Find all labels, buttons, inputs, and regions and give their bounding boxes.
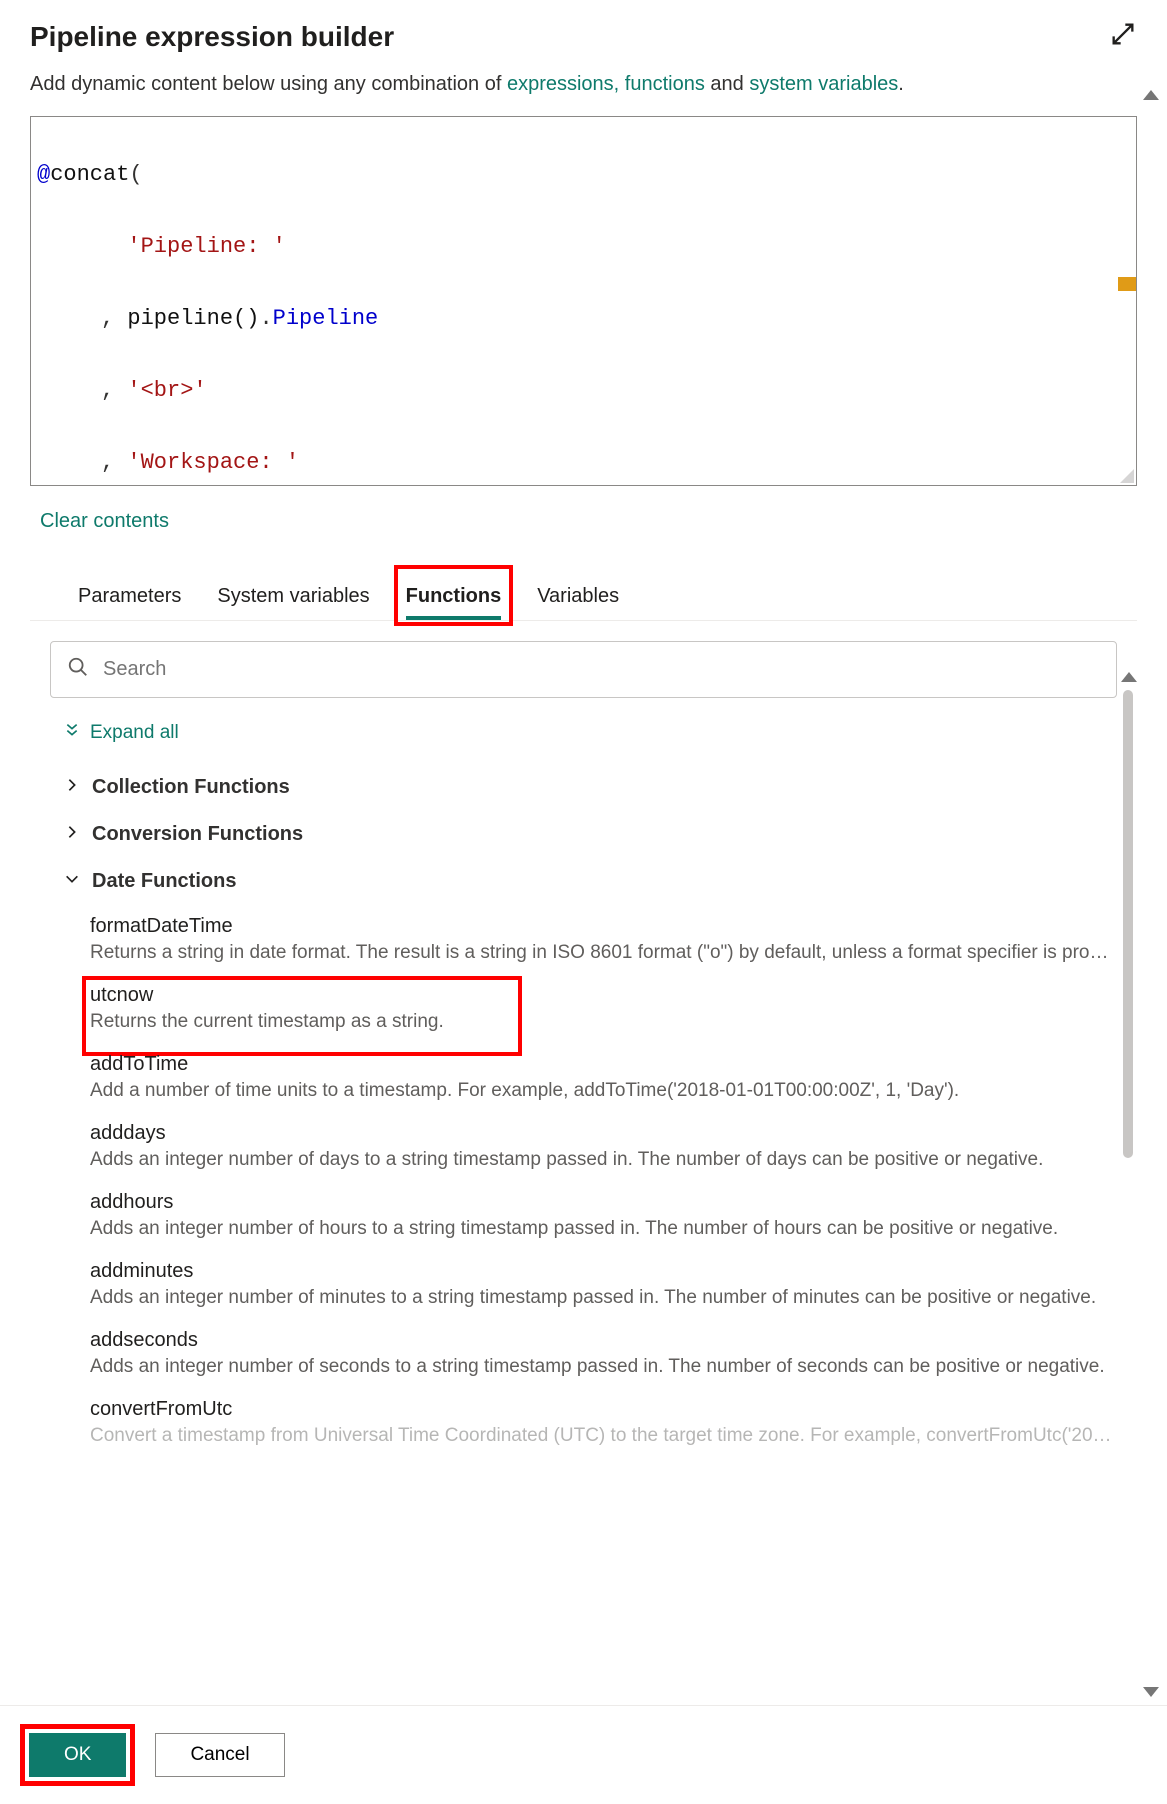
fn-addToTime[interactable]: addToTime Add a number of time units to … — [50, 1043, 1117, 1112]
fn-name: convertFromUtc — [90, 1398, 1117, 1421]
subtitle-prefix: Add dynamic content below using any comb… — [30, 73, 507, 95]
subtitle-text: Add dynamic content below using any comb… — [30, 73, 1137, 96]
fn-name: utcnow — [90, 984, 1117, 1007]
search-icon — [67, 656, 89, 683]
fn-desc: Adds an integer number of hours to a str… — [90, 1218, 1117, 1240]
page-title: Pipeline expression builder — [30, 21, 394, 53]
fn-utcnow[interactable]: utcnow Returns the current timestamp as … — [50, 974, 1117, 1043]
search-input[interactable] — [101, 657, 1100, 682]
category-conversion[interactable]: Conversion Functions — [50, 811, 1117, 858]
fn-desc: Returns the current timestamp as a strin… — [90, 1011, 1117, 1033]
editor-str-workspace: 'Workspace: ' — [127, 450, 299, 475]
clear-contents-link[interactable]: Clear contents — [40, 510, 169, 533]
editor-prop-pipeline: Pipeline — [273, 306, 379, 331]
editor-comma: , — [101, 306, 127, 331]
fn-addseconds[interactable]: addseconds Adds an integer number of sec… — [50, 1319, 1117, 1388]
chevron-right-icon — [64, 823, 80, 846]
fn-formatDateTime[interactable]: formatDateTime Returns a string in date … — [50, 905, 1117, 974]
expand-all-link[interactable]: Expand all — [50, 722, 1117, 744]
fn-name: addToTime — [90, 1053, 1117, 1076]
fn-convertFromUtc[interactable]: convertFromUtc Convert a timestamp from … — [50, 1388, 1117, 1457]
tab-parameters[interactable]: Parameters — [78, 573, 181, 620]
functions-link[interactable]: functions — [625, 73, 705, 95]
fn-addminutes[interactable]: addminutes Adds an integer number of min… — [50, 1250, 1117, 1319]
editor-str-pipeline: 'Pipeline: ' — [127, 234, 285, 259]
tab-system-variables[interactable]: System variables — [217, 573, 369, 620]
fn-adddays[interactable]: adddays Adds an integer number of days t… — [50, 1112, 1117, 1181]
expand-all-icon — [64, 722, 80, 744]
cancel-button[interactable]: Cancel — [155, 1733, 284, 1777]
editor-paren-open: ( — [129, 162, 142, 187]
fn-desc: Adds an integer number of minutes to a s… — [90, 1287, 1117, 1309]
subtitle-suffix: . — [898, 73, 904, 95]
editor-fn-concat: concat — [50, 162, 129, 187]
category-collection[interactable]: Collection Functions — [50, 764, 1117, 811]
expression-editor[interactable]: @concat( 'Pipeline: ' , pipeline().Pipel… — [30, 116, 1137, 486]
footer-bar: OK Cancel — [0, 1705, 1167, 1804]
editor-marker-icon — [1118, 277, 1136, 291]
fn-name: addhours — [90, 1191, 1117, 1214]
system-variables-link[interactable]: system variables — [749, 73, 898, 95]
editor-str-br1: '<br>' — [127, 378, 206, 403]
chevron-down-icon — [64, 870, 80, 893]
tab-variables[interactable]: Variables — [537, 573, 619, 620]
category-collection-label: Collection Functions — [92, 776, 290, 799]
fn-name: adddays — [90, 1122, 1117, 1145]
fn-desc: Adds an integer number of seconds to a s… — [90, 1356, 1117, 1378]
fn-addhours[interactable]: addhours Adds an integer number of hours… — [50, 1181, 1117, 1250]
ok-button[interactable]: OK — [29, 1733, 126, 1777]
tab-functions-label: Functions — [406, 585, 502, 607]
chevron-right-icon — [64, 776, 80, 799]
outer-scroll-up-icon[interactable] — [1143, 90, 1159, 100]
expand-all-label: Expand all — [90, 722, 179, 744]
fn-desc: Convert a timestamp from Universal Time … — [90, 1425, 1117, 1447]
category-conversion-label: Conversion Functions — [92, 823, 303, 846]
outer-scroll-down-icon[interactable] — [1143, 1687, 1159, 1697]
editor-at: @ — [37, 162, 50, 187]
category-date-label: Date Functions — [92, 870, 236, 893]
fn-desc: Returns a string in date format. The res… — [90, 942, 1117, 964]
tab-functions[interactable]: Functions — [406, 573, 502, 620]
fn-name: addseconds — [90, 1329, 1117, 1352]
subtitle-mid: and — [710, 73, 749, 95]
expressions-link[interactable]: expressions, — [507, 73, 619, 95]
fn-desc: Adds an integer number of days to a stri… — [90, 1149, 1117, 1171]
category-date[interactable]: Date Functions — [50, 858, 1117, 905]
fn-name: addminutes — [90, 1260, 1117, 1283]
search-input-wrapper[interactable] — [50, 641, 1117, 698]
editor-fn-pipeline1: pipeline() — [127, 306, 259, 331]
fn-desc: Add a number of time units to a timestam… — [90, 1080, 1117, 1102]
highlight-box-icon: OK — [20, 1724, 135, 1786]
expand-panel-icon[interactable] — [1109, 20, 1137, 53]
fn-name: formatDateTime — [90, 915, 1117, 938]
tab-bar: Parameters System variables Functions Va… — [30, 573, 1137, 621]
editor-resize-handle[interactable] — [1120, 469, 1134, 483]
